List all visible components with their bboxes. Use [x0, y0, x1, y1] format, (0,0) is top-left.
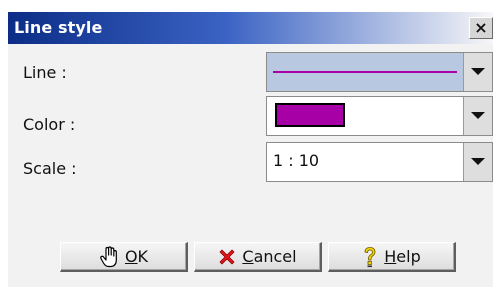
chevron-down-icon: [471, 158, 485, 165]
color-dropdown-button[interactable]: [463, 97, 492, 135]
red-x-icon: [218, 248, 236, 266]
cancel-button[interactable]: Cancel: [194, 242, 322, 272]
line-style-dialog: Line style × Line : Color : Scale: 1: …: [0, 0, 493, 287]
line-dropdown-button[interactable]: [463, 53, 492, 91]
line-combobox[interactable]: [266, 52, 493, 92]
scale-label: Scale :: [23, 159, 77, 178]
color-combobox[interactable]: [266, 96, 493, 136]
help-button-label: Help: [384, 247, 421, 266]
ok-button[interactable]: OK: [60, 242, 188, 272]
question-bulb-icon: [362, 246, 378, 268]
cancel-button-label: Cancel: [242, 247, 297, 266]
line-combobox-value: [267, 53, 463, 91]
ok-button-label: OK: [124, 247, 149, 266]
title-bar[interactable]: Line style ×: [8, 12, 493, 44]
window-title: Line style: [14, 18, 103, 37]
close-icon: ×: [474, 18, 488, 37]
scale-value: 1 : 10: [273, 151, 320, 170]
color-combobox-value: [267, 97, 463, 135]
color-label: Color :: [23, 115, 76, 134]
chevron-down-icon: [471, 68, 485, 75]
line-label: Line :: [23, 63, 67, 82]
help-button[interactable]: Help: [328, 242, 456, 272]
color-swatch: [275, 103, 345, 127]
scale-combobox-value: 1 : 10: [267, 143, 463, 181]
close-button[interactable]: ×: [469, 17, 493, 39]
dialog-body: Line : Color : Scale : 1: 10 OK Cancel …: [8, 44, 493, 287]
scale-dropdown-button[interactable]: [463, 143, 492, 181]
hand-icon: [99, 245, 119, 268]
chevron-down-icon: [471, 112, 485, 119]
line-style-preview: [273, 71, 457, 73]
scale-combobox[interactable]: 1 : 10: [266, 142, 493, 182]
